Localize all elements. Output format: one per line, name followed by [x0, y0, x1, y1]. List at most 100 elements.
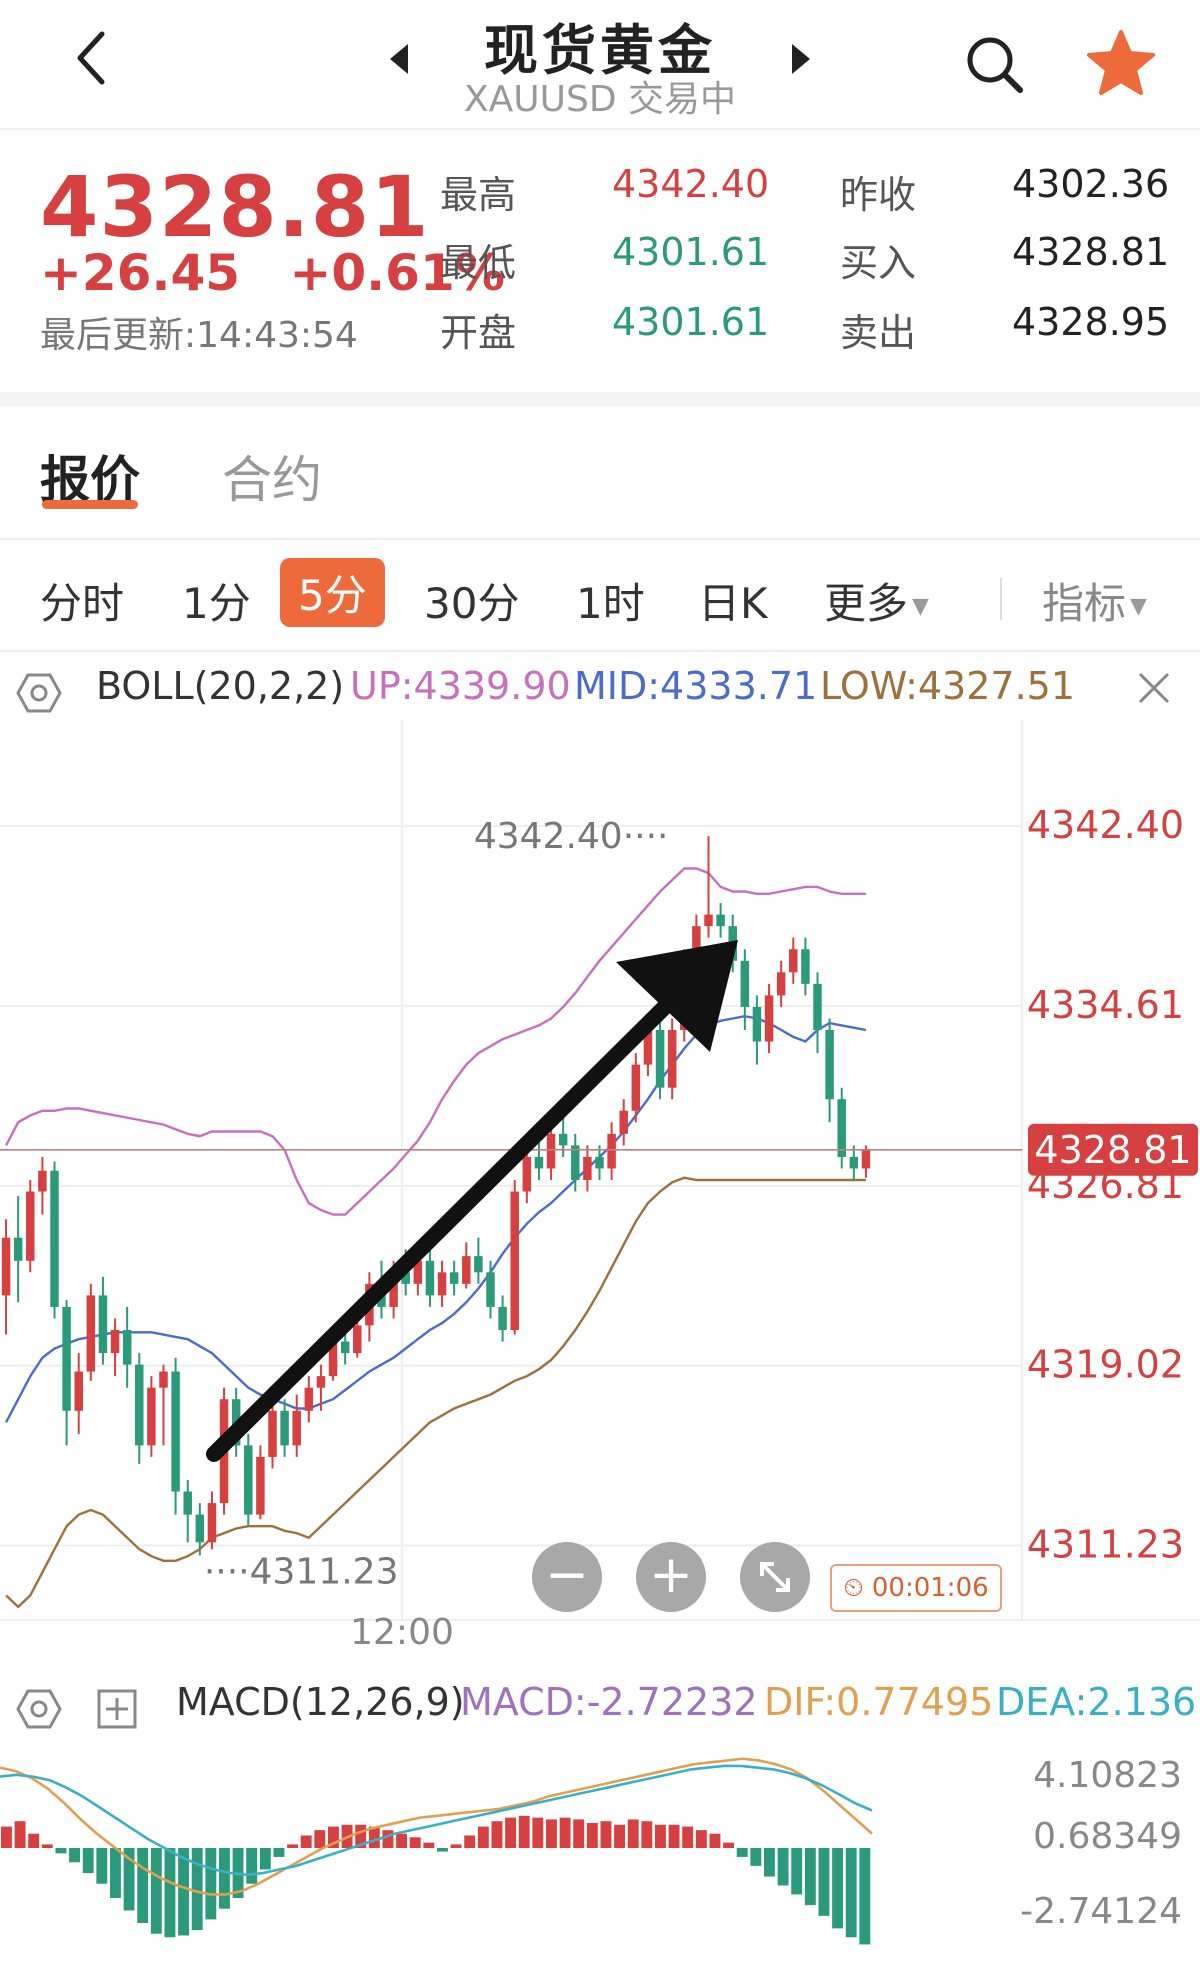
macd-hist-bar [600, 1821, 612, 1848]
period-daily[interactable]: 日K [698, 570, 768, 631]
zoom-in-button[interactable]: + [636, 1542, 706, 1612]
macd-hist-bar [164, 1848, 176, 1938]
period-5min[interactable]: 5分 [280, 558, 385, 627]
search-icon[interactable] [962, 32, 1028, 98]
macd-hist-bar [559, 1817, 571, 1848]
macd-hist-bar [627, 1819, 639, 1848]
macd-hist-bar [464, 1835, 476, 1848]
macd-hist-bar [82, 1848, 94, 1873]
x-axis-label: 12:00 [350, 1612, 454, 1650]
close-icon[interactable] [1136, 670, 1172, 706]
macd-hist-bar [682, 1826, 694, 1848]
candle-body [62, 1306, 71, 1411]
macd-hist-bar [573, 1819, 585, 1848]
indicator-menu[interactable]: 指标 ▼ [1042, 570, 1147, 631]
period-1hour[interactable]: 1时 [576, 570, 645, 631]
candle-body [801, 949, 810, 984]
candle-body [26, 1191, 35, 1261]
macd-dea: DEA:2.13611 [996, 1680, 1200, 1724]
candle-body [304, 1387, 314, 1411]
candle-body [280, 1410, 289, 1446]
candle-body [595, 1156, 604, 1169]
fullscreen-button[interactable] [740, 1542, 810, 1612]
macd-hist-bar [28, 1833, 40, 1848]
timer-value: 00:01:06 [871, 1573, 989, 1603]
candle-body [244, 1445, 253, 1515]
macd-hist-bar [655, 1824, 666, 1848]
zoom-out-button[interactable]: − [532, 1542, 602, 1612]
macd-hist-bar [287, 1844, 299, 1848]
candle-body [135, 1364, 144, 1446]
candle-body [704, 914, 713, 927]
caret-down-icon: ▼ [1130, 594, 1147, 619]
high-value: 4342.40 [612, 162, 770, 206]
macd-hist-bar [382, 1830, 394, 1848]
plus-square-icon[interactable] [96, 1688, 138, 1730]
macd-axis-label: -2.74124 [1020, 1891, 1182, 1932]
y-axis-label: 4334.61 [1027, 983, 1184, 1027]
macd-hist-bar [246, 1848, 258, 1884]
macd-hist-bar [1, 1826, 12, 1848]
macd-value: MACD:-2.72232 [460, 1680, 758, 1724]
macd-hist-bar [723, 1842, 735, 1848]
candle-body [449, 1272, 459, 1284]
macd-hist-bar [450, 1844, 462, 1848]
last-update: 最后更新:14:43:54 [40, 315, 358, 356]
candle-body [13, 1237, 23, 1261]
period-30min[interactable]: 30分 [424, 570, 519, 631]
period-more[interactable]: 更多 ▼ [824, 570, 929, 631]
macd-hist-bar [69, 1848, 81, 1863]
macd-hist-bar [110, 1848, 121, 1898]
candle-body [256, 1456, 265, 1515]
candle-body [425, 1260, 435, 1296]
macd-hist-bar [505, 1817, 517, 1848]
period-1min[interactable]: 1分 [182, 570, 251, 631]
section-divider [0, 392, 1200, 406]
period-more-label: 更多 [824, 579, 909, 628]
bid-value: 4328.81 [1012, 230, 1170, 274]
macd-hist-bar [791, 1848, 803, 1895]
candle-body [50, 1170, 59, 1307]
low-value: 4301.61 [612, 230, 770, 274]
current-price-label: 4328.81 [1034, 1128, 1191, 1172]
macd-hist-bar [137, 1848, 149, 1923]
candle-body [486, 1272, 495, 1307]
change-amount: +26.45 [40, 244, 241, 302]
macd-hist-bar [818, 1848, 830, 1916]
high-label: 最高 [440, 173, 517, 217]
macd-hist-bar [314, 1830, 326, 1848]
macd-hist-bar [437, 1848, 448, 1852]
candle-body [159, 1371, 168, 1388]
macd-hist-bar [518, 1815, 530, 1848]
price-change: +26.45 +0.61% [40, 244, 505, 302]
macd-hist-bar [546, 1819, 557, 1848]
expand-icon [760, 1562, 790, 1592]
candle-body [268, 1410, 277, 1457]
candlestick-chart[interactable]: 4342.404334.614326.814319.024311.2312:00… [0, 720, 1200, 1650]
candle-body [776, 972, 786, 996]
hexagon-settings-icon[interactable] [16, 1686, 62, 1732]
triangle-right-icon[interactable] [788, 42, 814, 76]
period-timeshare[interactable]: 分时 [40, 570, 124, 631]
y-axis-label: 4342.40 [1027, 803, 1184, 847]
tab-contract[interactable]: 合约 [222, 440, 322, 512]
star-icon[interactable] [1086, 28, 1156, 98]
indicator-label: 指标 [1042, 579, 1127, 628]
hexagon-settings-icon[interactable] [16, 670, 62, 716]
macd-hist-bar [273, 1848, 285, 1857]
candle-body [498, 1306, 507, 1330]
candle-body [353, 1325, 362, 1354]
macd-dif: DIF:0.77495 [764, 1680, 994, 1724]
y-axis-label: 4319.02 [1027, 1343, 1184, 1387]
macd-hist-bar [150, 1848, 162, 1934]
candle-body [340, 1341, 350, 1354]
boll-up: UP:4339.90 [350, 664, 571, 708]
macd-hist-bar [736, 1848, 748, 1857]
macd-hist-bar [55, 1848, 67, 1854]
macd-hist-bar [532, 1817, 544, 1848]
active-tab-indicator [42, 500, 138, 509]
candle-body [316, 1376, 326, 1388]
prev-close-label: 昨收 [840, 173, 917, 217]
macd-chart[interactable]: 4.10823 0.68349 -2.74124 [0, 1740, 1200, 1968]
candle-body [183, 1491, 192, 1515]
